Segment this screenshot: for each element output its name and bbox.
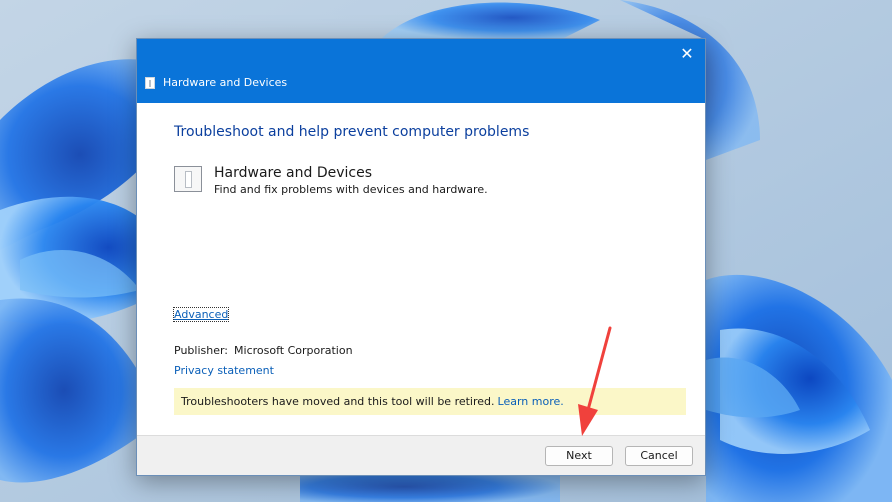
- publisher-value: Microsoft Corporation: [234, 344, 353, 357]
- privacy-statement-link[interactable]: Privacy statement: [174, 364, 274, 377]
- retirement-notice: Troubleshooters have moved and this tool…: [174, 388, 686, 415]
- troubleshooter-dialog: Hardware and Devices ✕ Troubleshoot and …: [136, 38, 706, 476]
- window-title: Hardware and Devices: [163, 76, 288, 89]
- close-button[interactable]: ✕: [677, 44, 697, 64]
- device-slot-shape: [185, 171, 192, 188]
- dialog-footer: Next Cancel: [137, 435, 705, 475]
- publisher-label: Publisher:: [174, 344, 229, 357]
- troubleshooter-device-icon: [174, 166, 202, 192]
- page-heading: Troubleshoot and help prevent computer p…: [174, 124, 530, 140]
- title-bar[interactable]: Hardware and Devices ✕: [137, 39, 705, 103]
- troubleshooter-app-icon: [145, 77, 155, 89]
- notice-text: Troubleshooters have moved and this tool…: [181, 395, 495, 408]
- publisher-row: Publisher: Microsoft Corporation: [174, 344, 353, 357]
- cancel-button[interactable]: Cancel: [625, 446, 693, 466]
- learn-more-link[interactable]: Learn more.: [498, 395, 564, 408]
- tool-description: Find and fix problems with devices and h…: [214, 183, 488, 196]
- advanced-link[interactable]: Advanced: [172, 307, 230, 322]
- tool-title: Hardware and Devices: [214, 165, 373, 181]
- next-button[interactable]: Next: [545, 446, 613, 466]
